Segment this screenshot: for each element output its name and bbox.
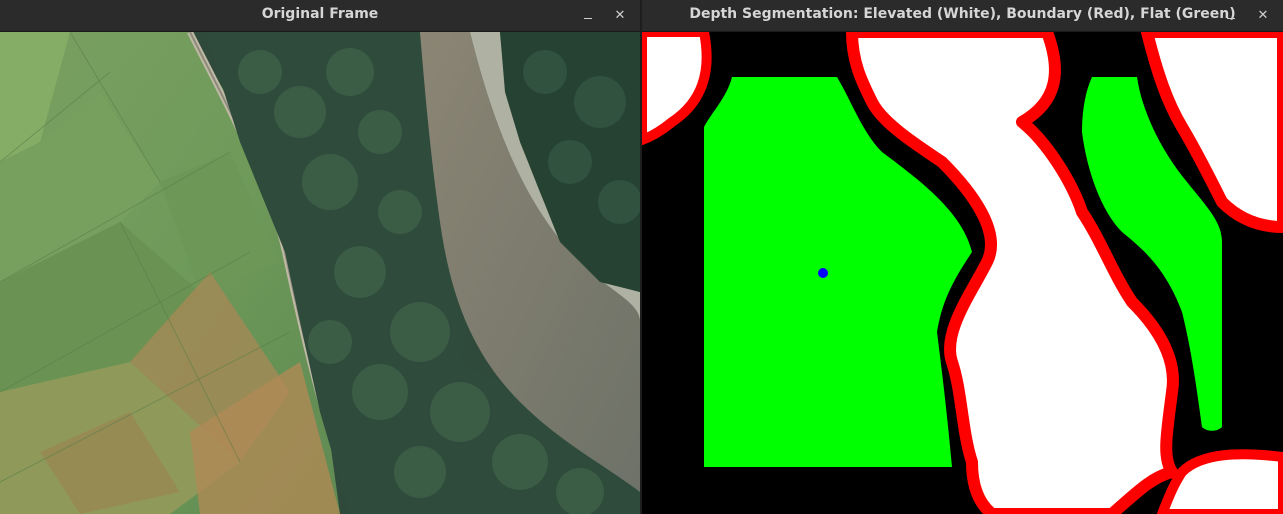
segmentation-map	[642, 32, 1283, 514]
aerial-photo	[0, 32, 640, 514]
window-title: Original Frame	[261, 6, 379, 22]
close-button[interactable]: ✕	[608, 4, 632, 26]
minimize-icon	[1227, 17, 1235, 19]
close-icon: ✕	[614, 7, 626, 23]
center-marker	[818, 268, 828, 278]
window-title: Depth Segmentation: Elevated (White), Bo…	[689, 6, 1236, 22]
depth-segmentation-window: Depth Segmentation: Elevated (White), Bo…	[642, 0, 1283, 514]
titlebar[interactable]: Original Frame ✕	[0, 0, 640, 32]
close-icon: ✕	[1257, 7, 1269, 23]
segmentation-image	[642, 32, 1283, 514]
original-frame-image	[0, 32, 640, 514]
close-button[interactable]: ✕	[1251, 4, 1275, 26]
minimize-button[interactable]	[1219, 4, 1243, 26]
original-frame-window: Original Frame ✕	[0, 0, 640, 514]
minimize-icon	[584, 17, 592, 19]
titlebar[interactable]: Depth Segmentation: Elevated (White), Bo…	[642, 0, 1283, 32]
minimize-button[interactable]	[576, 4, 600, 26]
